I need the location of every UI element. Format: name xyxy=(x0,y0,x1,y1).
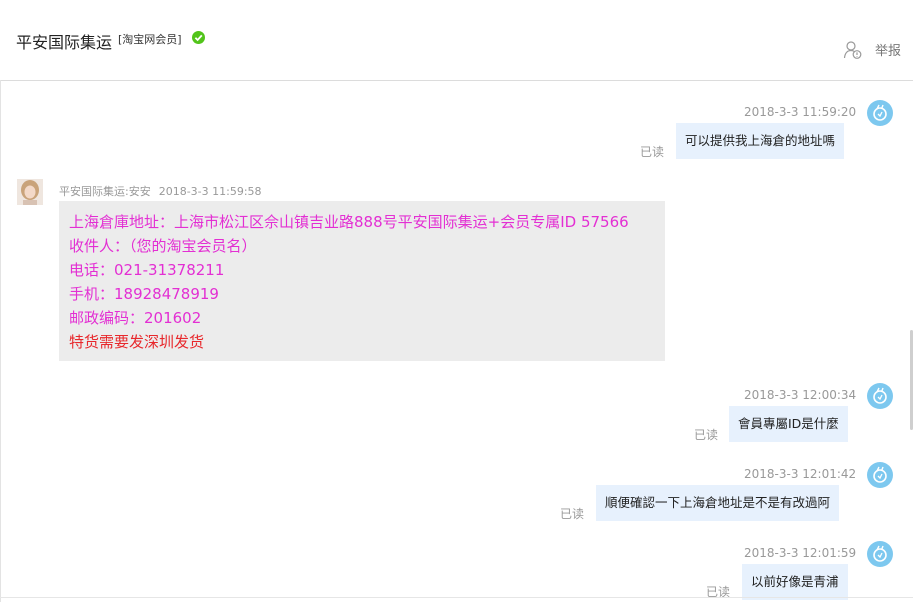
sender-name: 平安国际集运:安安 xyxy=(59,185,151,198)
read-status: 已读 xyxy=(640,145,665,159)
mobile-line: 手机：18928478919 xyxy=(69,285,219,303)
recipient-line: 收件人：（您的淘宝会员名） xyxy=(69,237,257,255)
divider xyxy=(0,597,913,598)
member-badge: [淘宝网会员] xyxy=(118,33,182,46)
message-timestamp: 2018-3-3 12:01:42 xyxy=(744,467,857,481)
user-avatar-icon[interactable] xyxy=(867,383,893,409)
read-status: 已读 xyxy=(560,507,585,521)
report-user-icon[interactable] xyxy=(843,40,863,60)
read-status: 已读 xyxy=(694,428,719,442)
phone-line: 电话：021-31378211 xyxy=(69,261,225,279)
chat-header: 平安国际集运 [淘宝网会员] 举报 xyxy=(0,0,913,81)
outgoing-message: 以前好像是青浦 xyxy=(742,564,848,600)
sender-line: 平安国际集运:安安 2018-3-3 11:59:58 xyxy=(59,183,262,199)
divider xyxy=(0,80,1,602)
outgoing-message: 可以提供我上海倉的地址嗎 xyxy=(676,123,845,159)
outgoing-message: 順便確認一下上海倉地址是不是有改過阿 xyxy=(596,485,840,521)
postcode-line: 邮政编码：201602 xyxy=(69,309,202,327)
outgoing-message: 會員專屬ID是什麼 xyxy=(729,406,848,442)
message-timestamp: 2018-3-3 12:00:34 xyxy=(744,388,857,402)
report-button[interactable]: 举报 xyxy=(875,40,901,59)
agent-avatar[interactable] xyxy=(17,179,43,205)
special-goods-line: 特货需要发深圳发货 xyxy=(69,333,205,351)
shop-name[interactable]: 平安国际集运 xyxy=(16,29,112,53)
incoming-message: 上海倉庫地址：上海市松江区佘山镇吉业路888号平安国际集运+会员专属ID 575… xyxy=(59,201,665,361)
user-avatar-icon[interactable] xyxy=(867,100,893,126)
verified-icon xyxy=(192,31,205,44)
message-timestamp: 2018-3-3 11:59:58 xyxy=(158,185,262,198)
message-timestamp: 2018-3-3 11:59:20 xyxy=(744,105,857,119)
user-avatar-icon[interactable] xyxy=(867,541,893,567)
address-line: 上海倉庫地址：上海市松江区佘山镇吉业路888号平安国际集运+会员专属ID 575… xyxy=(69,213,629,231)
user-avatar-icon[interactable] xyxy=(867,462,893,488)
message-timestamp: 2018-3-3 12:01:59 xyxy=(744,546,857,560)
